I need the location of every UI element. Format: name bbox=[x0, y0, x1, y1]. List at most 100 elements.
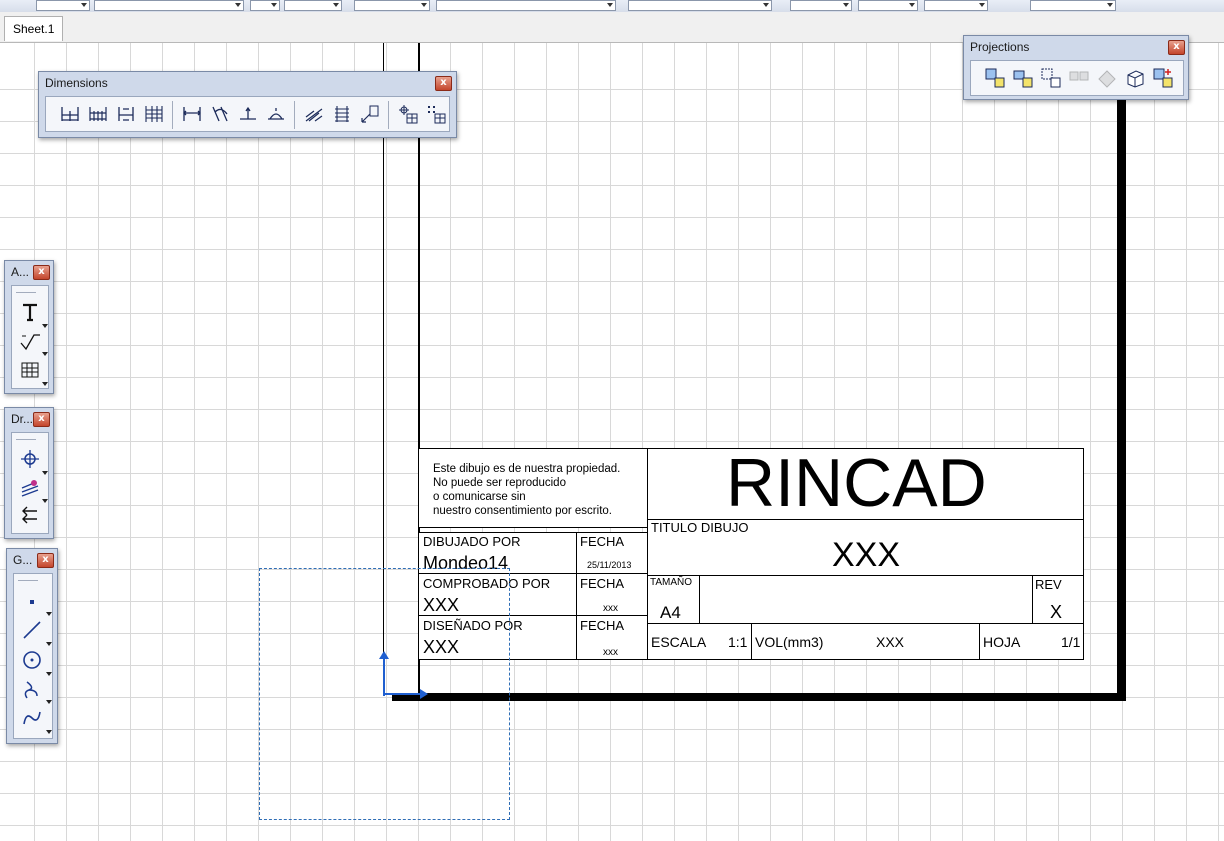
annotation-toolbar-title: A... bbox=[11, 265, 30, 279]
spline-dropdown-arrow[interactable] bbox=[46, 700, 52, 704]
annotation-toolbar[interactable]: A... x bbox=[4, 260, 54, 394]
vol-value: XXX bbox=[876, 634, 905, 650]
fecha1-label: FECHA bbox=[580, 534, 625, 549]
dress-toolbar-title: Dr... bbox=[11, 412, 34, 426]
vol-cell: VOL(mm3) XXX bbox=[751, 623, 980, 660]
unfolded-view-icon[interactable] bbox=[1011, 66, 1035, 90]
line-dropdown-arrow[interactable] bbox=[46, 642, 52, 646]
tamano-label: TAMAÑO bbox=[650, 577, 693, 588]
stacked-dimensions-icon[interactable] bbox=[86, 102, 110, 126]
dimensions-toolbar[interactable]: Dimensions x bbox=[38, 71, 457, 138]
blank-cell bbox=[699, 575, 1033, 624]
projections-toolbar-title: Projections bbox=[970, 40, 1030, 54]
projection-view-icon[interactable] bbox=[1067, 66, 1091, 90]
curve-dropdown-arrow[interactable] bbox=[46, 730, 52, 734]
escala-cell: ESCALA 1:1 bbox=[647, 623, 752, 660]
thread-dimension-icon[interactable] bbox=[330, 102, 354, 126]
fecha2-cell: FECHA xxx bbox=[576, 573, 648, 616]
fecha1-value: 25/11/2013 bbox=[587, 560, 632, 570]
point-table-icon[interactable] bbox=[424, 102, 448, 126]
projections-toolbar[interactable]: Projections x bbox=[963, 35, 1189, 100]
notice-line-1: Este dibujo es de nuestra propiedad. bbox=[433, 463, 621, 475]
spline-icon[interactable] bbox=[20, 678, 44, 702]
length-dimension-icon[interactable] bbox=[180, 102, 204, 126]
projections-close-button[interactable]: x bbox=[1168, 40, 1185, 55]
escala-value: 1:1 bbox=[728, 634, 748, 650]
cumulated-dimensions-icon[interactable] bbox=[58, 102, 82, 126]
area-fill-icon[interactable] bbox=[18, 475, 42, 499]
center-line-icon[interactable] bbox=[18, 447, 42, 471]
point-dropdown-arrow[interactable] bbox=[46, 612, 52, 616]
coordinate-dimension-icon[interactable] bbox=[358, 102, 382, 126]
roughness-symbol-icon[interactable] bbox=[18, 330, 42, 354]
chained-dimensions-icon[interactable] bbox=[114, 102, 138, 126]
circle-icon[interactable] bbox=[20, 648, 44, 672]
rev-cell: REV X bbox=[1032, 575, 1084, 624]
point-icon[interactable] bbox=[20, 590, 44, 614]
toolbar-combo-10[interactable] bbox=[924, 0, 988, 11]
geometry-toolbar[interactable]: G... x bbox=[6, 548, 58, 744]
dress-grip bbox=[16, 439, 36, 440]
notice-cell: Este dibujo es de nuestra propiedad. No … bbox=[418, 448, 648, 528]
front-view-icon[interactable] bbox=[983, 66, 1007, 90]
axis-x-arrow bbox=[420, 689, 428, 699]
toolbar-combo-2[interactable] bbox=[94, 0, 244, 11]
fecha3-label: FECHA bbox=[580, 618, 625, 633]
notice-line-3: o comunicarse sin bbox=[433, 491, 526, 503]
stacked-chain-icon[interactable] bbox=[142, 102, 166, 126]
chamfer-dimension-icon[interactable] bbox=[302, 102, 326, 126]
rev-value: X bbox=[1050, 602, 1063, 622]
dibujado-label: DIBUJADO POR bbox=[423, 534, 521, 549]
diameter-dimension-icon[interactable] bbox=[264, 102, 288, 126]
arrow-icon[interactable] bbox=[18, 503, 42, 527]
dimensions-close-button[interactable]: x bbox=[435, 76, 452, 91]
view-from-3d-icon[interactable] bbox=[1039, 66, 1063, 90]
area-fill-dropdown-arrow[interactable] bbox=[42, 499, 48, 503]
text-icon[interactable] bbox=[18, 300, 42, 324]
geometry-close-button[interactable]: x bbox=[37, 553, 54, 568]
projections-toolbar-body bbox=[970, 60, 1184, 96]
curve-icon[interactable] bbox=[20, 706, 44, 730]
fecha2-value: xxx bbox=[603, 603, 618, 614]
line-icon[interactable] bbox=[20, 618, 44, 642]
dimensions-separator-2 bbox=[294, 101, 295, 129]
toolbar-combo-4[interactable] bbox=[284, 0, 342, 11]
table-dropdown-arrow[interactable] bbox=[42, 382, 48, 386]
dress-close-button[interactable]: x bbox=[33, 412, 50, 427]
rev-label: REV bbox=[1035, 577, 1062, 592]
axis-y-arrow bbox=[379, 651, 389, 659]
titulo-cell: TITULO DIBUJO XXX bbox=[647, 519, 1084, 576]
toolbar-combo-8[interactable] bbox=[790, 0, 852, 11]
center-line-dropdown-arrow[interactable] bbox=[42, 471, 48, 475]
hole-table-icon[interactable] bbox=[396, 102, 420, 126]
toolbar-combo-1[interactable] bbox=[36, 0, 90, 11]
dress-toolbar-body bbox=[11, 432, 49, 534]
text-dropdown-arrow[interactable] bbox=[42, 324, 48, 328]
fecha1-cell: FECHA 25/11/2013 bbox=[576, 532, 648, 574]
dimensions-separator-1 bbox=[172, 101, 173, 129]
axis-y-line bbox=[383, 656, 385, 696]
geometry-grip bbox=[18, 580, 38, 581]
advanced-front-view-icon[interactable] bbox=[1151, 66, 1175, 90]
table-icon[interactable] bbox=[18, 358, 42, 382]
roughness-dropdown-arrow[interactable] bbox=[42, 352, 48, 356]
auxiliary-view-icon[interactable] bbox=[1095, 66, 1119, 90]
toolbar-combo-11[interactable] bbox=[1030, 0, 1116, 11]
angle-dimension-icon[interactable] bbox=[208, 102, 232, 126]
toolbar-combo-5[interactable] bbox=[354, 0, 430, 11]
fecha2-label: FECHA bbox=[580, 576, 625, 591]
isometric-view-icon[interactable] bbox=[1123, 66, 1147, 90]
dress-toolbar[interactable]: Dr... x bbox=[4, 407, 54, 539]
radius-dimension-icon[interactable] bbox=[236, 102, 260, 126]
annotation-close-button[interactable]: x bbox=[33, 265, 50, 280]
toolbar-combo-6[interactable] bbox=[436, 0, 616, 11]
circle-dropdown-arrow[interactable] bbox=[46, 672, 52, 676]
tab-sheet-1[interactable]: Sheet.1 bbox=[4, 16, 64, 41]
annotation-toolbar-body bbox=[11, 285, 49, 389]
axis-x-line bbox=[383, 693, 423, 695]
fecha3-cell: FECHA xxx bbox=[576, 615, 648, 660]
toolbar-combo-9[interactable] bbox=[858, 0, 918, 11]
escala-label: ESCALA bbox=[651, 634, 707, 650]
toolbar-combo-3[interactable] bbox=[250, 0, 280, 11]
toolbar-combo-7[interactable] bbox=[628, 0, 772, 11]
